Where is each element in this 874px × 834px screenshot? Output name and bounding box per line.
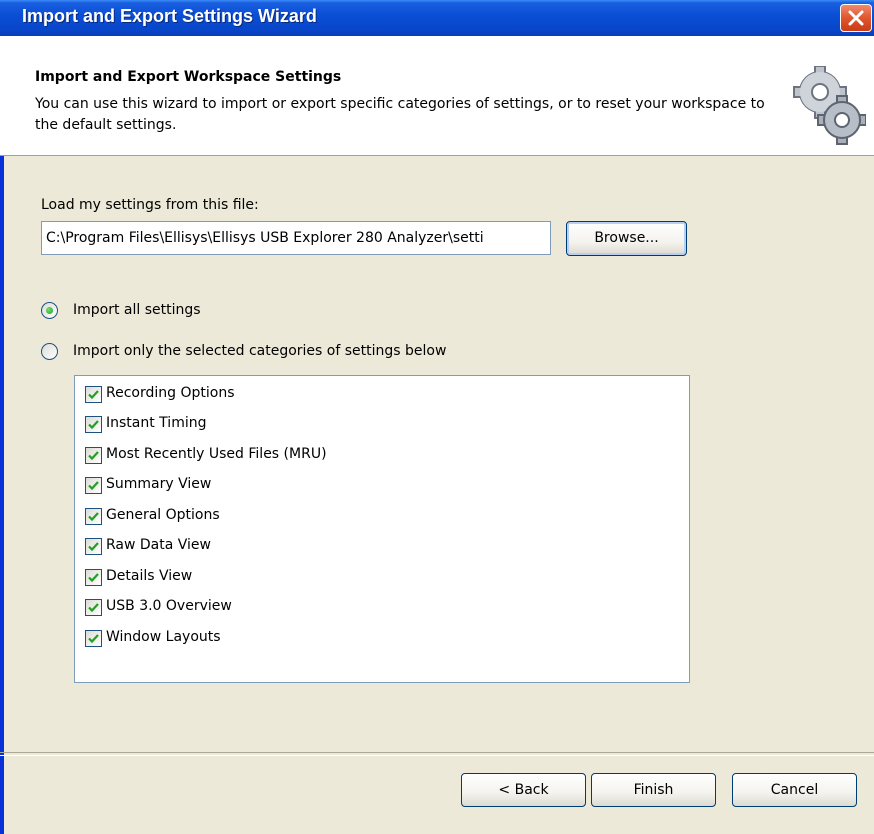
categories-list[interactable]: Recording Options Instant Timing Most Re… — [74, 375, 690, 683]
gears-icon — [793, 66, 866, 145]
category-label: Window Layouts — [106, 629, 221, 645]
category-label: Most Recently Used Files (MRU) — [106, 446, 327, 462]
close-icon — [848, 10, 864, 26]
window-title: Import and Export Settings Wizard — [22, 6, 317, 26]
checkmark-icon — [88, 542, 99, 552]
import-all-radio[interactable] — [41, 302, 58, 319]
title-bar[interactable]: Import and Export Settings Wizard — [0, 0, 874, 36]
footer-divider — [0, 752, 874, 756]
category-checkbox[interactable] — [85, 447, 102, 464]
load-settings-label: Load my settings from this file: — [41, 197, 259, 213]
import-selected-radio[interactable] — [41, 343, 58, 360]
category-label: Summary View — [106, 476, 212, 492]
category-checkbox[interactable] — [85, 386, 102, 403]
close-button[interactable] — [840, 4, 872, 32]
category-label: Instant Timing — [106, 415, 207, 431]
checkmark-icon — [88, 451, 99, 461]
cancel-button[interactable]: Cancel — [732, 773, 857, 807]
checkmark-icon — [88, 420, 99, 430]
radio-selected-dot — [46, 307, 53, 314]
import-selected-label: Import only the selected categories of s… — [73, 343, 447, 359]
checkmark-icon — [88, 390, 99, 400]
category-label: Recording Options — [106, 385, 235, 401]
back-button[interactable]: < Back — [461, 773, 586, 807]
import-all-label: Import all settings — [73, 302, 201, 318]
category-label: Details View — [106, 568, 193, 584]
wizard-window: Import and Export Settings Wizard Import… — [0, 0, 874, 834]
wizard-header: Import and Export Workspace Settings You… — [0, 36, 874, 156]
page-title: Import and Export Workspace Settings — [35, 69, 342, 85]
page-description: You can use this wizard to import or exp… — [35, 96, 765, 133]
category-checkbox[interactable] — [85, 599, 102, 616]
checkmark-icon — [88, 634, 99, 644]
finish-button[interactable]: Finish — [591, 773, 716, 807]
checkmark-icon — [88, 481, 99, 491]
category-checkbox[interactable] — [85, 538, 102, 555]
checkmark-icon — [88, 512, 99, 522]
category-checkbox[interactable] — [85, 477, 102, 494]
category-checkbox[interactable] — [85, 630, 102, 647]
category-label: USB 3.0 Overview — [106, 598, 232, 614]
checkmark-icon — [88, 603, 99, 613]
settings-file-path-input[interactable] — [41, 221, 551, 255]
category-checkbox[interactable] — [85, 569, 102, 586]
checkmark-icon — [88, 573, 99, 583]
category-checkbox[interactable] — [85, 416, 102, 433]
category-checkbox[interactable] — [85, 508, 102, 525]
category-label: General Options — [106, 507, 220, 523]
browse-button[interactable]: Browse... — [566, 221, 687, 256]
category-label: Raw Data View — [106, 537, 211, 553]
